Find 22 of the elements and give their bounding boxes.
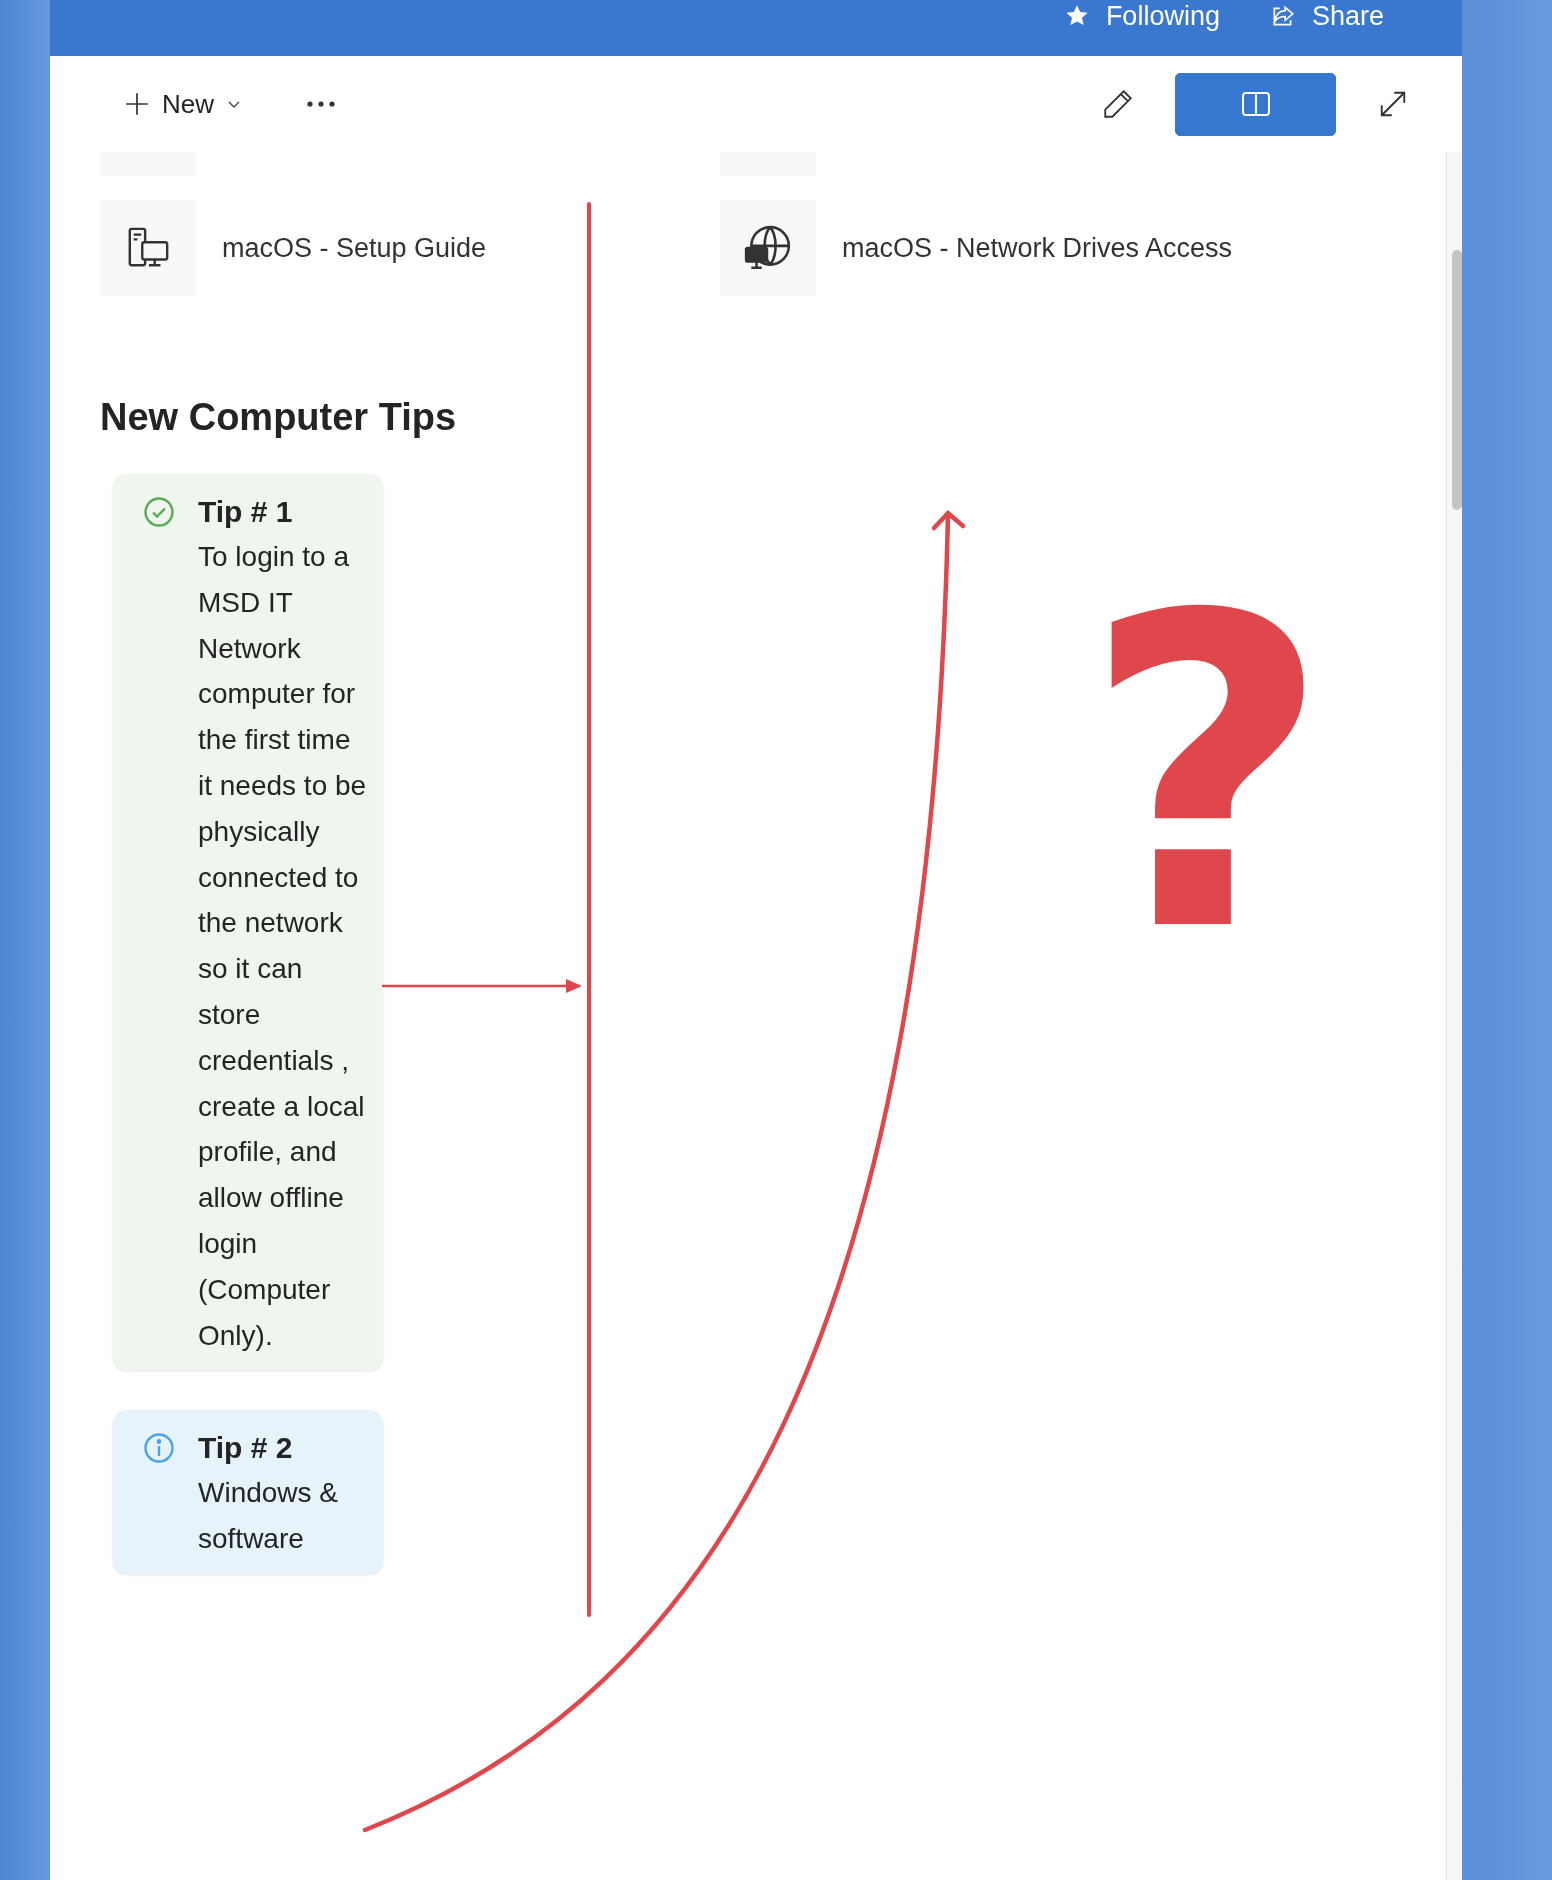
expand-icon[interactable] — [1378, 89, 1408, 119]
tip-text: Windows & software — [198, 1476, 340, 1557]
question-mark: ? — [1082, 560, 1332, 990]
share-button[interactable]: Share — [1269, 0, 1384, 32]
columns-icon — [1240, 91, 1271, 117]
link-label[interactable]: macOS - Network Drives Access — [842, 232, 1233, 264]
scrollbar[interactable] — [1446, 152, 1462, 1880]
new-button[interactable]: New — [124, 88, 242, 120]
tip-title: Tip # 2 — [198, 1430, 294, 1467]
section-heading: New Computer Tips — [100, 395, 458, 440]
tip-title: Tip # 1 — [198, 494, 294, 530]
check-circle-icon — [143, 496, 175, 528]
link-tile[interactable] — [720, 200, 816, 296]
tip-text: To login to a MSD IT Network computer for the first time it needs to be physically connected to the network so it can store credentials , create a local profile, and allow offline login (Computer Only). — [198, 540, 368, 1353]
following-button[interactable]: Following — [1063, 0, 1220, 32]
more-icon[interactable] — [306, 100, 336, 108]
info-icon — [143, 1432, 175, 1465]
reading-view-button[interactable] — [1175, 72, 1336, 136]
edit-icon[interactable] — [1101, 87, 1135, 121]
link-label[interactable]: macOS - Setup Guide — [222, 232, 487, 264]
link-tile[interactable] — [100, 200, 196, 296]
plus-icon — [124, 91, 150, 117]
